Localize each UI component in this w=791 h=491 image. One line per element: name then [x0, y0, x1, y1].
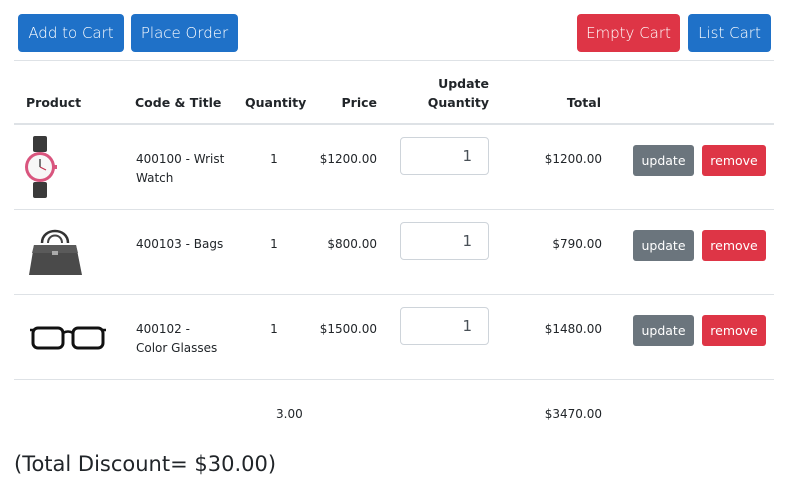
header-quantity: Quantity: [245, 95, 307, 110]
update-quantity-input[interactable]: [400, 222, 489, 260]
row-divider: [14, 294, 774, 295]
update-button[interactable]: update: [633, 230, 694, 261]
price-cell: $1500.00: [319, 322, 377, 336]
total-discount: (Total Discount= $30.00): [14, 452, 277, 476]
grand-total: $3470.00: [544, 407, 602, 421]
empty-cart-button[interactable]: Empty Cart: [577, 14, 680, 52]
remove-button[interactable]: remove: [702, 230, 766, 261]
code-title: 400102 - Color Glasses: [136, 322, 218, 355]
total-cell: $790.00: [552, 237, 602, 251]
quantity-total: 3.00: [276, 407, 303, 421]
list-cart-button[interactable]: List Cart: [688, 14, 771, 52]
add-to-cart-button[interactable]: Add to Cart: [18, 14, 124, 52]
update-quantity-input[interactable]: [400, 137, 489, 175]
header-update-quantity: Update Quantity: [427, 76, 489, 110]
header-bottom-border: [14, 123, 774, 125]
table-top-border: [14, 60, 774, 61]
row-divider: [14, 379, 774, 380]
row-divider: [14, 209, 774, 210]
place-order-button[interactable]: Place Order: [131, 14, 238, 52]
header-price: Price: [341, 95, 378, 110]
quantity-cell: 1: [270, 152, 278, 166]
quantity-cell: 1: [270, 322, 278, 336]
update-button[interactable]: update: [633, 145, 694, 176]
header-code-title: Code & Title: [135, 95, 222, 110]
header-total: Total: [566, 95, 601, 110]
wrist-watch-icon: [25, 136, 57, 198]
remove-button[interactable]: remove: [702, 145, 766, 176]
remove-button[interactable]: remove: [702, 315, 766, 346]
code-title: 400103 - Bags: [136, 237, 224, 251]
price-cell: $800.00: [327, 237, 377, 251]
update-button[interactable]: update: [633, 315, 694, 346]
header-product: Product: [26, 95, 82, 110]
quantity-cell: 1: [270, 237, 278, 251]
handbag-icon: [29, 229, 82, 275]
total-cell: $1480.00: [544, 322, 602, 336]
price-cell: $1200.00: [319, 152, 377, 166]
total-cell: $1200.00: [544, 152, 602, 166]
glasses-icon: [30, 326, 106, 350]
code-title: 400100 - Wrist Watch: [136, 152, 225, 185]
update-quantity-input[interactable]: [400, 307, 489, 345]
